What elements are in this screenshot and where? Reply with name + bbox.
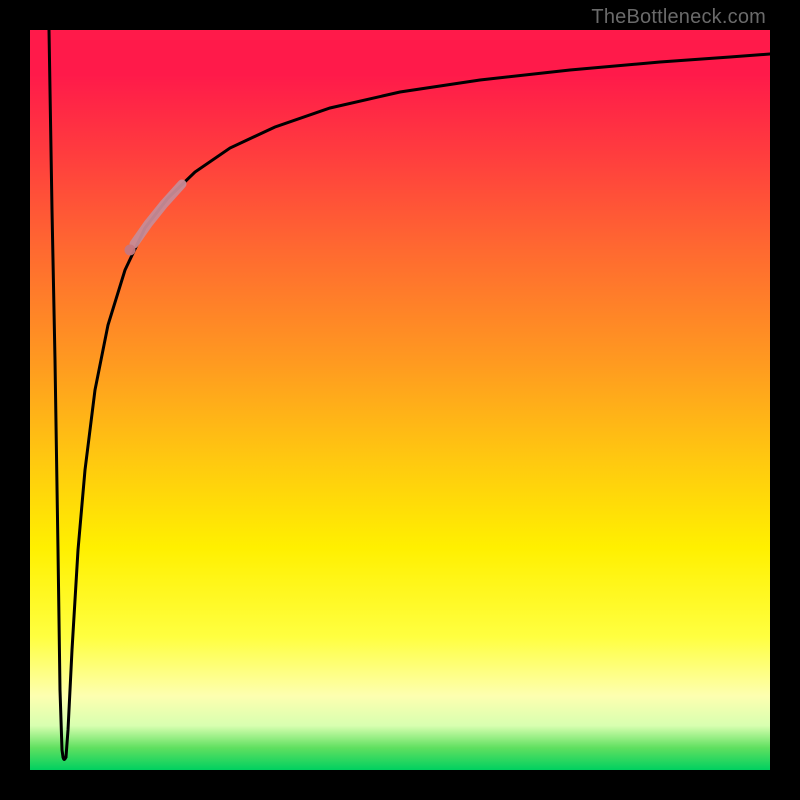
curve-main — [66, 54, 770, 757]
curve-highlight-endcap — [125, 245, 136, 256]
curve-layer — [30, 30, 770, 770]
curve-highlight-segment — [134, 184, 182, 244]
watermark-text: TheBottleneck.com — [591, 6, 766, 29]
chart-frame: TheBottleneck.com — [0, 0, 800, 800]
curve-left-drop — [49, 30, 63, 757]
plot-area — [30, 30, 770, 770]
